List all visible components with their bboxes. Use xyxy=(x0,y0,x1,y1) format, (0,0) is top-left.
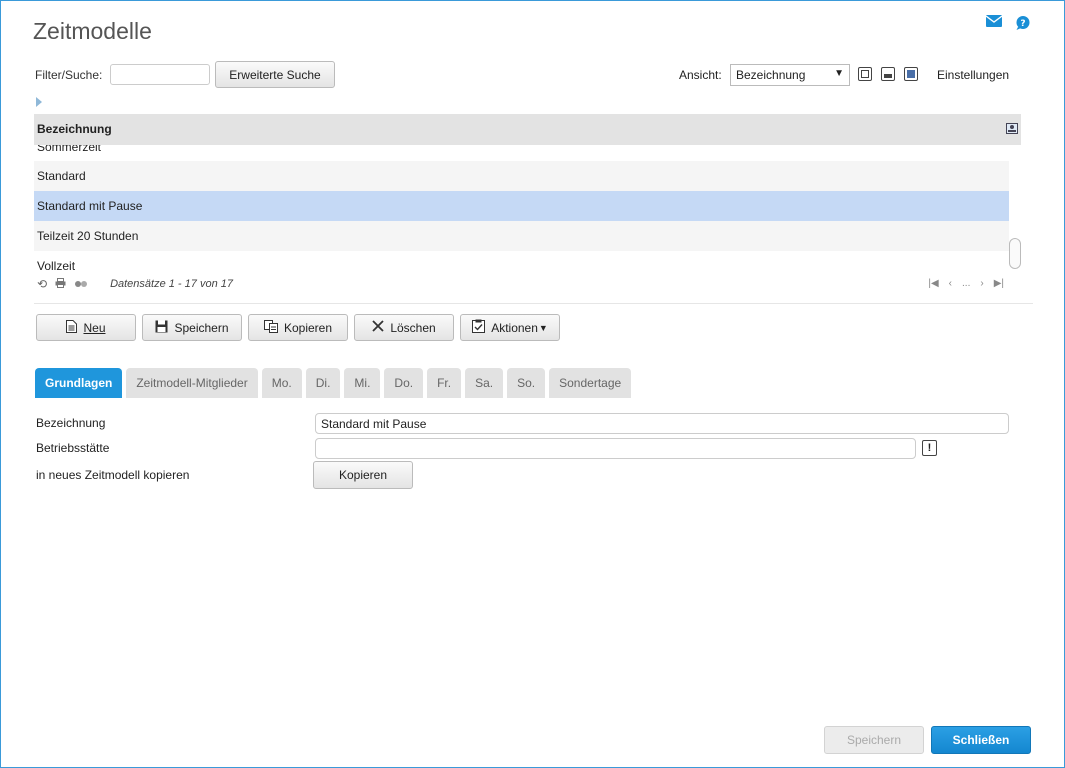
tab-fr[interactable]: Fr. xyxy=(427,368,462,398)
table-header[interactable]: Bezeichnung xyxy=(34,114,1021,145)
view-select[interactable]: Bezeichnung ▼ xyxy=(730,64,850,86)
prev-page-icon[interactable]: ‹ xyxy=(949,278,952,289)
dropdown-caret-icon: ▼ xyxy=(538,322,548,333)
table-scrollbar[interactable] xyxy=(1009,238,1021,269)
copy-button-label: Kopieren xyxy=(283,320,333,335)
actions-button[interactable]: Aktionen ▼ xyxy=(460,314,560,341)
tab-mi[interactable]: Mi. xyxy=(344,368,381,398)
clipboard-icon xyxy=(472,319,486,336)
export-icon[interactable] xyxy=(74,277,88,291)
dropdown-arrow-icon: ▼ xyxy=(834,68,844,79)
tab-sondertage[interactable]: Sondertage xyxy=(549,368,632,398)
tab-so[interactable]: So. xyxy=(507,368,546,398)
view-mode-buttons xyxy=(858,67,918,81)
save-button-label: Speichern xyxy=(174,320,229,335)
pager: |◀ ‹ ... › ▶| xyxy=(928,278,1004,289)
betriebsstaette-field[interactable] xyxy=(315,438,916,459)
tab-mo[interactable]: Mo. xyxy=(261,368,302,398)
filter-label: Filter/Suche: xyxy=(35,68,103,82)
table-row[interactable]: Standard xyxy=(34,161,1009,191)
column-header-bezeichnung[interactable]: Bezeichnung xyxy=(37,122,112,136)
table-row[interactable]: Vollzeit xyxy=(34,251,1009,273)
filter-input[interactable] xyxy=(110,64,210,85)
table-row[interactable]: Teilzeit 20 Stunden xyxy=(34,221,1009,251)
svg-text:?: ? xyxy=(1020,19,1025,29)
mail-icon[interactable] xyxy=(985,15,1003,34)
lookup-button[interactable]: ! xyxy=(922,440,937,456)
copy-icon xyxy=(263,319,278,336)
view-mode-full-icon[interactable] xyxy=(904,67,918,81)
copy-to-new-label: in neues Zeitmodell kopieren xyxy=(36,468,190,482)
divider xyxy=(34,303,1033,304)
record-count: Datensätze 1 - 17 von 17 xyxy=(110,278,233,290)
new-button[interactable]: Neu xyxy=(36,314,136,341)
tab-grundlagen[interactable]: Grundlagen xyxy=(35,368,123,398)
table-row[interactable]: Sommerzeit xyxy=(34,145,1009,161)
copy-button[interactable]: Kopieren xyxy=(248,314,348,341)
tab-bar: Grundlagen Zeitmodell-Mitglieder Mo. Di.… xyxy=(35,368,632,398)
actions-button-label: Aktionen xyxy=(491,320,538,335)
help-icon[interactable]: ? xyxy=(1015,15,1031,34)
betriebsstaette-label: Betriebsstätte xyxy=(36,441,110,455)
document-icon xyxy=(66,319,78,336)
extended-search-button[interactable]: Erweiterte Suche xyxy=(215,61,335,88)
refresh-icon[interactable]: ⟲ xyxy=(37,277,47,291)
view-mode-single-icon[interactable] xyxy=(858,67,872,81)
window: Zeitmodelle ? Filter/Suche: Erweiterte S… xyxy=(0,0,1065,768)
first-page-icon[interactable]: |◀ xyxy=(928,278,938,289)
close-button[interactable]: Schließen xyxy=(931,726,1031,754)
tab-do[interactable]: Do. xyxy=(384,368,424,398)
page-title: Zeitmodelle xyxy=(33,18,152,44)
save-button[interactable]: Speichern xyxy=(142,314,242,341)
last-page-icon[interactable]: ▶| xyxy=(994,278,1004,289)
column-chooser-icon[interactable] xyxy=(1006,123,1018,137)
page-ellipsis: ... xyxy=(962,278,971,289)
tab-sa[interactable]: Sa. xyxy=(465,368,504,398)
delete-button-label: Löschen xyxy=(390,320,436,335)
tab-di[interactable]: Di. xyxy=(305,368,341,398)
table-status: ⟲ Datensätze 1 - 17 von 17 xyxy=(37,277,233,291)
bezeichnung-label: Bezeichnung xyxy=(36,416,106,430)
copy-to-new-button[interactable]: Kopieren xyxy=(313,461,413,489)
print-icon[interactable] xyxy=(55,277,66,291)
footer-save-button[interactable]: Speichern xyxy=(824,726,924,754)
table-body: Sommerzeit Standard Standard mit Pause T… xyxy=(34,145,1009,273)
close-icon xyxy=(372,320,384,335)
table-row-selected[interactable]: Standard mit Pause xyxy=(34,191,1009,221)
floppy-icon xyxy=(155,320,168,336)
tab-zeitmodell-mitglieder[interactable]: Zeitmodell-Mitglieder xyxy=(126,368,258,398)
view-label: Ansicht: xyxy=(679,68,722,82)
expand-arrow-icon[interactable] xyxy=(36,97,42,107)
top-icons: ? xyxy=(985,15,1031,34)
bezeichnung-field[interactable]: Standard mit Pause xyxy=(315,413,1009,434)
settings-link[interactable]: Einstellungen xyxy=(937,68,1009,82)
view-select-value: Bezeichnung xyxy=(736,68,806,82)
next-page-icon[interactable]: › xyxy=(980,278,983,289)
view-mode-split-icon[interactable] xyxy=(881,67,895,81)
delete-button[interactable]: Löschen xyxy=(354,314,454,341)
new-button-label: Neu xyxy=(83,320,106,335)
